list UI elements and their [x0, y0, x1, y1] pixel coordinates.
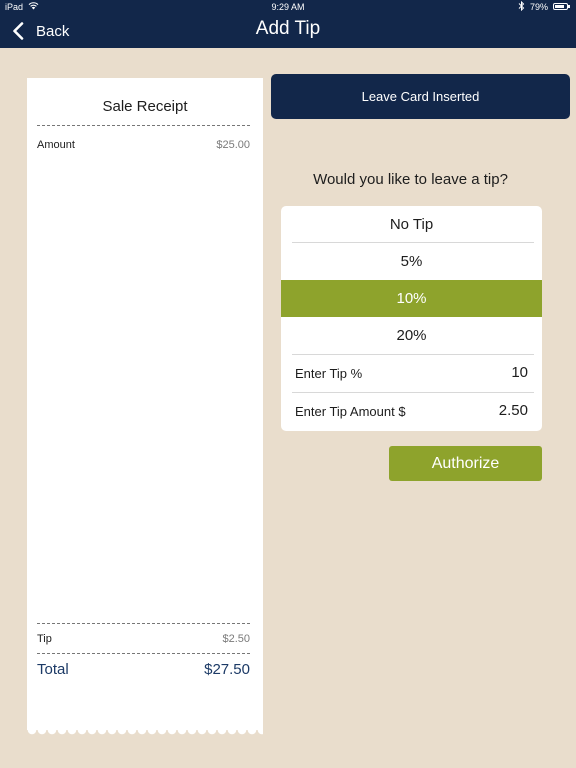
battery-nub: [568, 5, 570, 8]
receipt-tip-row: Tip $2.50: [37, 633, 250, 645]
tip-amount-input[interactable]: 2.50: [499, 402, 528, 419]
tip-option-no-tip[interactable]: No Tip: [281, 206, 542, 243]
battery-percent: 79%: [530, 2, 549, 12]
receipt-torn-edge: [27, 730, 263, 735]
tip-option-20[interactable]: 20%: [281, 317, 542, 354]
tip-percent-label: Enter Tip %: [295, 366, 363, 381]
battery-fill: [555, 5, 564, 8]
navigation-bar: iPad 9:29 AM 79% Back Add Tip: [0, 0, 576, 48]
tip-option-10[interactable]: 10%: [281, 280, 542, 317]
tip-percent-input[interactable]: 10: [511, 364, 528, 381]
tip-label: Tip: [37, 633, 52, 645]
page-title: Add Tip: [255, 18, 321, 39]
receipt-title: Sale Receipt: [102, 98, 188, 115]
tip-amount-label: Enter Tip Amount $: [295, 404, 406, 419]
amount-label: Amount: [37, 139, 75, 151]
leave-card-inserted-button[interactable]: Leave Card Inserted: [271, 74, 570, 119]
divider: [37, 623, 250, 624]
total-label: Total: [37, 661, 69, 678]
status-bar: iPad 9:29 AM 79%: [0, 0, 576, 14]
amount-value: $25.00: [216, 139, 250, 151]
tip-option-5[interactable]: 5%: [281, 243, 542, 280]
sale-receipt: Sale Receipt Amount $25.00 Tip $2.50 Tot…: [27, 78, 263, 735]
tip-value: $2.50: [222, 633, 250, 645]
authorize-button[interactable]: Authorize: [389, 446, 542, 481]
divider: [37, 125, 250, 126]
battery-icon: [553, 3, 570, 10]
tip-options-card: No Tip 5% 10% 20% Enter Tip % 10 Enter T…: [281, 206, 542, 431]
status-time: 9:29 AM: [271, 2, 305, 12]
receipt-amount-row: Amount $25.00: [37, 139, 250, 151]
receipt-total-row: Total $27.50: [37, 661, 250, 678]
divider: [37, 653, 250, 654]
tip-amount-field[interactable]: Enter Tip Amount $ 2.50: [281, 393, 542, 430]
total-value: $27.50: [204, 661, 250, 678]
tip-question: Would you like to leave a tip?: [313, 171, 508, 188]
bluetooth-icon: [518, 0, 525, 13]
tip-percent-field[interactable]: Enter Tip % 10: [281, 355, 542, 392]
